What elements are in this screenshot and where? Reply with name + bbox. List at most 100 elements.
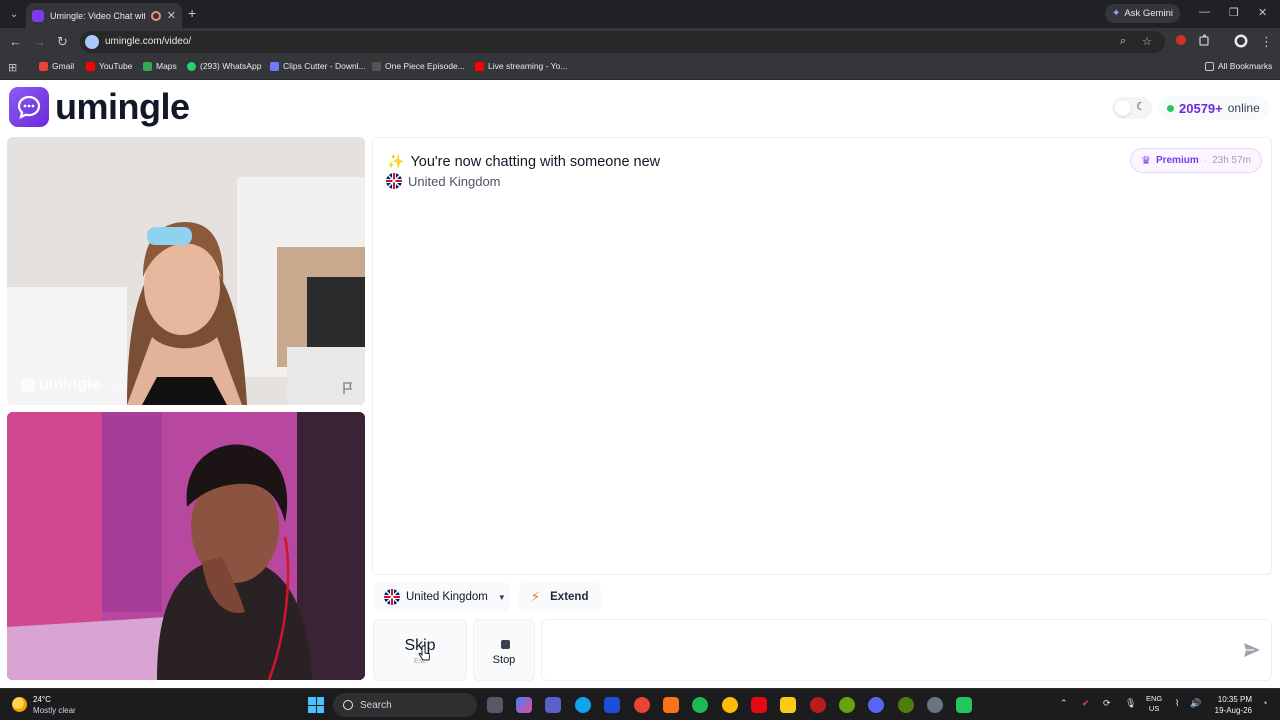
chat-status-header: ✨ You're now chatting with someone new bbox=[387, 153, 660, 170]
bookmark-label: Maps bbox=[156, 61, 177, 71]
tray-app-icon[interactable]: ✔ bbox=[1082, 698, 1090, 709]
all-bookmarks-button[interactable]: All Bookmarks bbox=[1205, 61, 1272, 71]
chrome-profile-icon[interactable] bbox=[722, 697, 738, 713]
browser-menu-icon[interactable]: ⋮ bbox=[1260, 34, 1273, 50]
taskbar-search[interactable]: Search bbox=[333, 693, 477, 717]
sparkles-icon: ✨ bbox=[387, 153, 405, 169]
chrome-icon[interactable] bbox=[634, 697, 650, 713]
gmail-icon bbox=[39, 61, 48, 71]
windows-start-icon[interactable] bbox=[308, 697, 324, 713]
extend-button[interactable]: ⚡ Extend bbox=[519, 582, 601, 612]
mouse-pointer-hand-icon bbox=[418, 645, 430, 661]
upwork-alt-icon[interactable] bbox=[898, 697, 914, 713]
teams-icon[interactable] bbox=[545, 697, 561, 713]
app-round-icon[interactable] bbox=[927, 697, 943, 713]
notifications-icon[interactable]: ◔ bbox=[1262, 698, 1267, 708]
browser-toolbar: ← → ↻ umingle.com/video/ ⌕ ☆ ⋮ bbox=[0, 28, 1280, 56]
chat-bubble-logo-icon bbox=[9, 87, 49, 127]
spotify-icon[interactable] bbox=[692, 697, 708, 713]
bookmark-star-icon[interactable]: ☆ bbox=[1142, 35, 1152, 48]
caret-down-icon: ▼ bbox=[497, 592, 506, 602]
language-code: ENG bbox=[1146, 694, 1163, 703]
vlc-icon[interactable] bbox=[663, 697, 679, 713]
clock-time: 10:35 PM bbox=[1217, 695, 1252, 704]
clock-date: 19-Aug-26 bbox=[1214, 706, 1252, 715]
dark-mode-toggle[interactable]: ☾ bbox=[1112, 97, 1152, 119]
premium-timer: 23h 57m bbox=[1212, 155, 1251, 166]
apps-grid-icon[interactable]: ⊞ bbox=[8, 61, 17, 74]
profile-avatar-icon[interactable] bbox=[1234, 34, 1248, 48]
weather-moon-icon[interactable] bbox=[12, 697, 27, 712]
country-filter-dropdown[interactable]: United Kingdom ▼ bbox=[374, 582, 510, 612]
watermark-suffix: .com bbox=[104, 382, 124, 392]
new-tab-plus-icon[interactable]: + bbox=[188, 5, 196, 21]
window-minimize-icon[interactable]: — bbox=[1199, 6, 1210, 18]
discord-icon[interactable] bbox=[868, 697, 884, 713]
window-close-icon[interactable]: ✕ bbox=[1258, 6, 1267, 19]
ask-gemini-button[interactable]: ✦ Ask Gemini bbox=[1105, 4, 1180, 23]
recording-indicator-icon bbox=[150, 10, 161, 21]
windows-taskbar: 24°C Mostly clear Search ⌃ ✔ ⟳ 🎙 ENG US … bbox=[0, 688, 1280, 720]
toggle-knob bbox=[1115, 100, 1131, 116]
chat-panel: ✨ You're now chatting with someone new U… bbox=[372, 137, 1272, 575]
report-flag-icon[interactable] bbox=[341, 381, 355, 395]
system-clock[interactable]: 10:35 PM 19-Aug-26 bbox=[1208, 694, 1252, 716]
extension-red-icon[interactable] bbox=[1175, 34, 1187, 46]
upwork-icon[interactable] bbox=[839, 697, 855, 713]
wifi-icon[interactable]: ⌇ bbox=[1175, 698, 1179, 709]
android-studio-icon[interactable] bbox=[956, 697, 972, 713]
file-explorer-icon[interactable] bbox=[780, 697, 796, 713]
send-icon[interactable] bbox=[1243, 642, 1261, 658]
edge-icon[interactable] bbox=[575, 697, 591, 713]
weather-description: Mostly clear bbox=[33, 706, 76, 715]
language-indicator[interactable]: ENG US bbox=[1146, 694, 1162, 714]
watermark-logo-icon bbox=[21, 378, 35, 392]
browser-tab-active[interactable]: Umingle: Video Chat with St ✕ bbox=[26, 3, 182, 28]
extensions-puzzle-icon[interactable] bbox=[1199, 34, 1211, 46]
forward-arrow-icon[interactable]: → bbox=[33, 34, 46, 50]
bookmark-youtube[interactable]: YouTube bbox=[86, 61, 132, 71]
copilot-icon[interactable] bbox=[516, 697, 532, 713]
umingle-watermark: umingle .com bbox=[21, 376, 124, 394]
all-bookmarks-label: All Bookmarks bbox=[1218, 61, 1273, 71]
premium-label: Premium bbox=[1155, 155, 1199, 166]
online-label: online bbox=[1227, 101, 1260, 115]
show-hidden-icons-chevron-icon[interactable]: ⌃ bbox=[1060, 698, 1068, 709]
recorder-icon[interactable] bbox=[810, 697, 826, 713]
bookmark-clips-cutter[interactable]: Clips Cutter - Downl... bbox=[270, 61, 366, 71]
bookmark-label: One Piece Episode... bbox=[385, 61, 465, 71]
bookmark-label: Live streaming - Yo... bbox=[488, 61, 568, 71]
stop-button[interactable]: Stop bbox=[473, 619, 535, 681]
tab-title: Umingle: Video Chat with St bbox=[50, 10, 145, 21]
bookmark-whatsapp[interactable]: (293) WhatsApp bbox=[187, 61, 261, 71]
tab-close-icon[interactable]: ✕ bbox=[167, 9, 176, 22]
message-input[interactable] bbox=[541, 619, 1272, 681]
back-arrow-icon[interactable]: ← bbox=[9, 34, 22, 50]
address-bar[interactable]: umingle.com/video/ ⌕ ☆ bbox=[80, 31, 1165, 53]
bookmark-maps[interactable]: Maps bbox=[143, 61, 177, 71]
tab-search-chevron-icon[interactable]: ⌄ bbox=[5, 5, 23, 23]
bookmark-gmail[interactable]: Gmail bbox=[39, 61, 74, 71]
uk-flag-icon bbox=[384, 589, 400, 605]
microphone-icon[interactable]: 🎙 bbox=[1125, 698, 1136, 709]
site-info-icon[interactable] bbox=[85, 35, 99, 49]
volume-icon[interactable]: 🔊 bbox=[1190, 698, 1201, 709]
netflix-icon[interactable] bbox=[751, 697, 767, 713]
whatsapp-icon bbox=[187, 61, 196, 71]
one-piece-icon bbox=[372, 61, 381, 71]
window-restore-icon[interactable]: ❐ bbox=[1229, 6, 1239, 19]
partner-country-name: United Kingdom bbox=[408, 173, 501, 189]
task-view-icon[interactable] bbox=[487, 697, 503, 713]
bookmark-one-piece[interactable]: One Piece Episode... bbox=[372, 61, 465, 71]
watermark-text: umingle bbox=[39, 376, 101, 393]
bookmark-label: YouTube bbox=[99, 61, 133, 71]
bookmark-live-streaming[interactable]: Live streaming - Yo... bbox=[475, 61, 567, 71]
local-video-feed bbox=[7, 412, 365, 680]
premium-badge[interactable]: ♛ Premium · 23h 57m bbox=[1130, 148, 1262, 173]
reload-icon[interactable]: ↻ bbox=[57, 34, 68, 50]
zoom-icon[interactable]: ⌕ bbox=[1120, 35, 1126, 48]
umingle-logo[interactable]: umingle bbox=[9, 86, 190, 128]
stop-square-icon bbox=[501, 640, 510, 649]
app-icon[interactable] bbox=[604, 697, 620, 713]
tray-sync-icon[interactable]: ⟳ bbox=[1103, 698, 1111, 709]
